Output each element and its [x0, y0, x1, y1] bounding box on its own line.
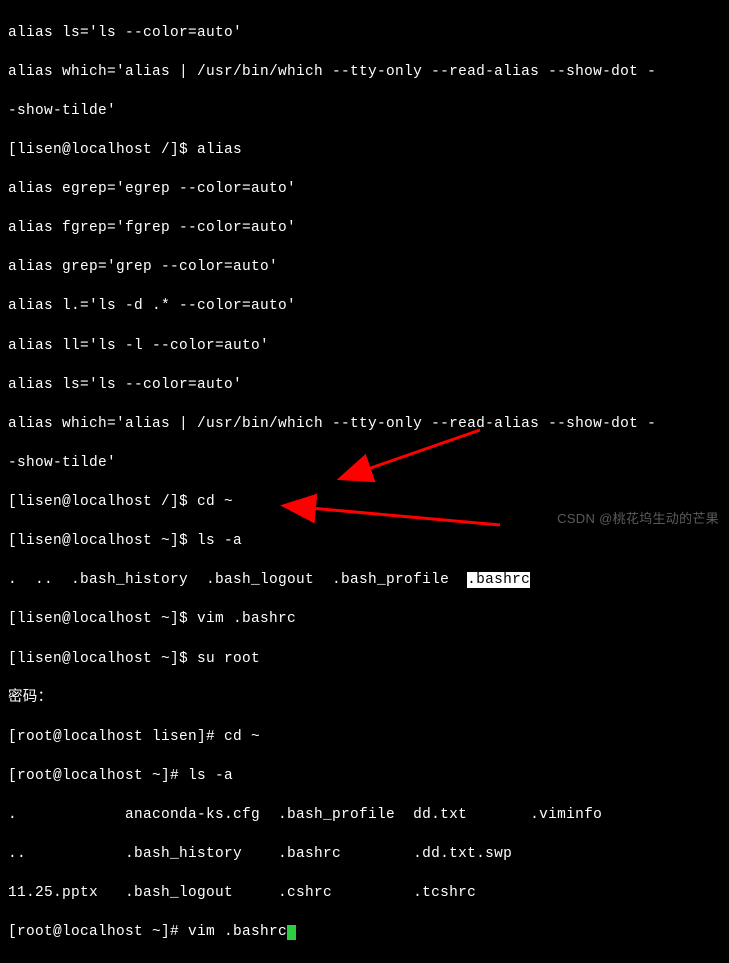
output-line: -show-tilde': [8, 454, 721, 474]
output-line: alias which='alias | /usr/bin/which --tt…: [8, 63, 721, 83]
shell-prompt: [root@localhost lisen]#: [8, 729, 224, 745]
output-line: alias ll='ls -l --color=auto': [8, 337, 721, 357]
shell-prompt: [root@localhost ~]#: [8, 768, 188, 784]
shell-prompt: [root@localhost ~]#: [8, 924, 188, 940]
prompt-line: [root@localhost ~]# vim .bashrc: [8, 923, 721, 943]
output-line: . anaconda-ks.cfg .bash_profile dd.txt .…: [8, 806, 721, 826]
command-text: ls -a: [188, 768, 233, 784]
output-line: -show-tilde': [8, 102, 721, 122]
file-list: . .. .bash_history .bash_logout .bash_pr…: [8, 572, 467, 588]
prompt-line: [lisen@localhost ~]$ vim .bashrc: [8, 610, 721, 630]
password-prompt: 密码：: [8, 689, 721, 709]
shell-prompt: [lisen@localhost /]$: [8, 142, 197, 158]
terminal-cursor: [287, 925, 296, 940]
prompt-line: [root@localhost lisen]# cd ~: [8, 728, 721, 748]
output-line: alias ls='ls --color=auto': [8, 24, 721, 44]
output-line: alias egrep='egrep --color=auto': [8, 180, 721, 200]
output-line: .. .bash_history .bashrc .dd.txt.swp: [8, 845, 721, 865]
shell-prompt: [lisen@localhost /]$: [8, 494, 197, 510]
prompt-line: [lisen@localhost ~]$ ls -a: [8, 532, 721, 552]
shell-prompt: [lisen@localhost ~]$: [8, 533, 197, 549]
terminal-output[interactable]: alias ls='ls --color=auto' alias which='…: [8, 4, 721, 963]
prompt-line: [root@localhost ~]# ls -a: [8, 767, 721, 787]
output-line: alias ls='ls --color=auto': [8, 376, 721, 396]
output-line: alias l.='ls -d .* --color=auto': [8, 297, 721, 317]
prompt-line: [lisen@localhost ~]$ su root: [8, 650, 721, 670]
prompt-line: [lisen@localhost /]$ alias: [8, 141, 721, 161]
command-text: su root: [197, 651, 260, 667]
command-text: alias: [197, 142, 242, 158]
command-text: cd ~: [224, 729, 260, 745]
output-line: alias fgrep='fgrep --color=auto': [8, 219, 721, 239]
shell-prompt: [lisen@localhost ~]$: [8, 611, 197, 627]
output-line: 11.25.pptx .bash_logout .cshrc .tcshrc: [8, 884, 721, 904]
watermark-text: CSDN @桃花坞生动的芒果: [557, 510, 719, 528]
command-text: vim .bashrc: [197, 611, 296, 627]
output-line: . .. .bash_history .bash_logout .bash_pr…: [8, 571, 721, 591]
command-text: vim .bashrc: [188, 924, 287, 940]
highlighted-file: .bashrc: [467, 572, 530, 588]
shell-prompt: [lisen@localhost ~]$: [8, 651, 197, 667]
output-line: alias grep='grep --color=auto': [8, 258, 721, 278]
command-text: cd ~: [197, 494, 233, 510]
command-text: ls -a: [197, 533, 242, 549]
output-line: alias which='alias | /usr/bin/which --tt…: [8, 415, 721, 435]
